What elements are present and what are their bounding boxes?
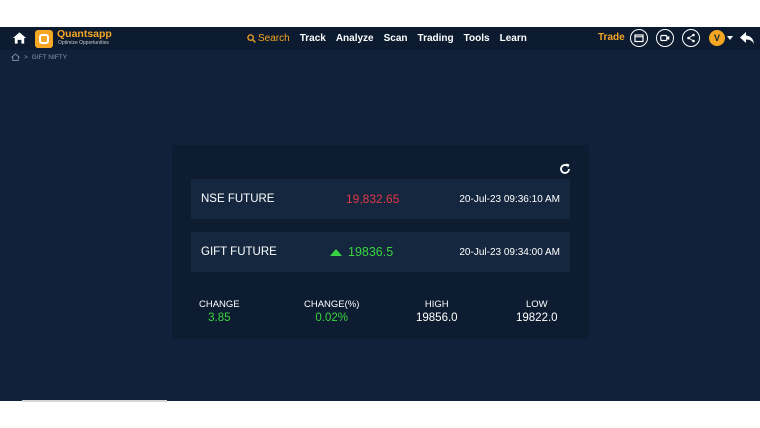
top-navigation-bar: Quantsapp Optimize Opportunities Search …: [0, 27, 760, 50]
stat-low: LOW 19822.0: [516, 299, 558, 324]
stat-label: HIGH: [424, 299, 449, 310]
stat-label: LOW: [525, 299, 548, 310]
brand-tagline: Optimize Opportunities: [58, 40, 109, 46]
nav-item-tools[interactable]: Tools: [464, 33, 490, 44]
window-icon: [634, 34, 644, 43]
quote-time: 20-Jul-23 09:36:10 AM: [459, 193, 560, 205]
quote-row-gift-future: GIFT FUTURE 19836.5 20-Jul-23 09:34:00 A…: [191, 232, 570, 272]
stat-value: 3.85: [208, 312, 231, 324]
quote-price: 19836.5: [348, 245, 394, 259]
quote-price: 19,832.65: [346, 192, 400, 206]
app-window: Quantsapp Optimize Opportunities Search …: [0, 27, 760, 401]
stat-value: 19822.0: [516, 312, 558, 324]
breadcrumb: > GIFT NIFTY: [11, 53, 67, 61]
user-avatar[interactable]: V: [709, 30, 725, 46]
gift-nifty-panel: NSE FUTURE 19,832.65 20-Jul-23 09:36:10 …: [172, 145, 589, 339]
stat-change: CHANGE 3.85: [199, 299, 240, 324]
quote-price-wrap: 19836.5: [330, 245, 393, 259]
search-button[interactable]: Search: [247, 33, 290, 44]
video-button[interactable]: [656, 29, 674, 47]
nav-item-learn[interactable]: Learn: [500, 33, 527, 44]
nav-item-analyze[interactable]: Analyze: [336, 33, 374, 44]
search-icon: [247, 34, 256, 43]
home-icon[interactable]: [12, 31, 27, 45]
nav-item-scan[interactable]: Scan: [384, 33, 408, 44]
horizontal-scrollbar[interactable]: [22, 400, 167, 402]
search-label: Search: [258, 33, 290, 44]
chevron-right-icon: >: [24, 53, 28, 61]
stat-change-pct: CHANGE(%) 0.02%: [304, 299, 359, 324]
home-icon[interactable]: [11, 53, 20, 61]
brand-name[interactable]: Quantsapp: [57, 28, 112, 40]
video-icon: [660, 34, 670, 42]
refresh-icon[interactable]: [558, 162, 572, 176]
stat-value: 0.02%: [315, 312, 349, 324]
nav-item-track[interactable]: Track: [300, 33, 326, 44]
breadcrumb-current: GIFT NIFTY: [31, 53, 68, 61]
stat-label: CHANGE(%): [304, 299, 360, 310]
trade-button[interactable]: Trade: [598, 32, 625, 43]
quote-name: GIFT FUTURE: [201, 246, 277, 258]
chevron-down-icon[interactable]: [727, 36, 733, 40]
back-arrow-icon[interactable]: [739, 30, 755, 46]
logo-icon[interactable]: [35, 30, 53, 48]
share-button[interactable]: [682, 29, 700, 47]
stat-label: CHANGE: [199, 299, 240, 310]
quote-time: 20-Jul-23 09:34:00 AM: [459, 246, 560, 258]
quote-name: NSE FUTURE: [201, 193, 275, 205]
nav-item-trading[interactable]: Trading: [418, 33, 454, 44]
arrow-up-icon: [330, 248, 342, 256]
main-nav: Search Track Analyze Scan Trading Tools …: [247, 27, 527, 50]
share-icon: [687, 33, 695, 43]
quote-row-nse-future: NSE FUTURE 19,832.65 20-Jul-23 09:36:10 …: [191, 179, 570, 219]
stat-value: 19856.0: [416, 312, 458, 324]
stat-high: HIGH 19856.0: [416, 299, 458, 324]
window-button[interactable]: [630, 29, 648, 47]
